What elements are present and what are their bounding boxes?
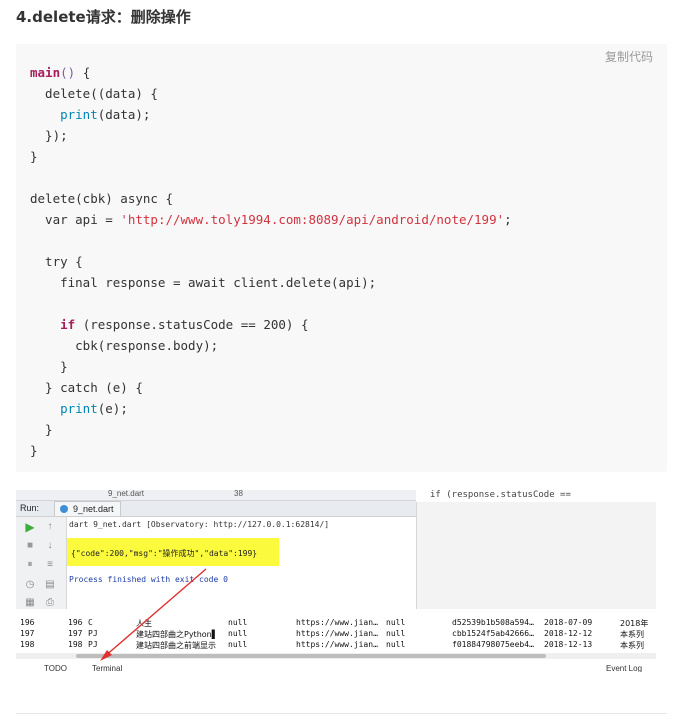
ide-screenshot: 9_net.dart 38 if (response.statusCode ==… bbox=[16, 490, 656, 672]
code-line: } catch (e) { bbox=[30, 380, 143, 395]
code-line: final response = await client.delete(api… bbox=[30, 275, 376, 290]
code-token: } bbox=[30, 422, 53, 437]
section-heading: 4.delete请求：删除操作 bbox=[16, 8, 191, 26]
code-token: (e); bbox=[97, 401, 128, 416]
code-line: } bbox=[30, 443, 38, 458]
code-token: print bbox=[60, 107, 98, 122]
code-line: print(e); bbox=[30, 401, 128, 416]
code-token: ; bbox=[504, 212, 512, 227]
code-token: var api = bbox=[30, 212, 121, 227]
code-token: } bbox=[30, 443, 38, 458]
code-token: (response.statusCode == 200) { bbox=[75, 317, 309, 332]
code-token: } catch (e) { bbox=[30, 380, 143, 395]
code-token: print bbox=[60, 401, 98, 416]
code-line: main() { bbox=[30, 65, 90, 80]
code-token: } bbox=[30, 149, 38, 164]
code-token: } bbox=[30, 359, 68, 374]
code-content: main() { delete((data) { print(data); })… bbox=[30, 62, 512, 461]
code-line: cbk(response.body); bbox=[30, 338, 218, 353]
code-token: () bbox=[60, 65, 76, 80]
code-line: var api = 'http://www.toly1994.com:8089/… bbox=[30, 212, 512, 227]
code-line: } bbox=[30, 422, 53, 437]
code-line: if (response.statusCode == 200) { bbox=[30, 317, 308, 332]
code-line: print(data); bbox=[30, 107, 150, 122]
code-token: }); bbox=[30, 128, 68, 143]
annotation-arrow bbox=[100, 568, 207, 661]
code-line: }); bbox=[30, 128, 68, 143]
code-token: { bbox=[75, 65, 91, 80]
code-token: main bbox=[30, 65, 61, 80]
code-token: if bbox=[60, 317, 76, 332]
code-token: cbk(response.body); bbox=[30, 338, 219, 353]
code-line: } bbox=[30, 149, 38, 164]
copy-code-button[interactable]: 复制代码 bbox=[605, 48, 653, 65]
code-line: delete((data) { bbox=[30, 86, 158, 101]
code-token: delete(cbk) async { bbox=[30, 191, 173, 206]
code-line: } bbox=[30, 359, 68, 374]
code-token: final response = await client.delete(api… bbox=[30, 275, 377, 290]
code-token: delete((data) { bbox=[30, 86, 158, 101]
section-divider bbox=[16, 713, 667, 714]
code-token: 'http://www.toly1994.com:8089/api/androi… bbox=[120, 212, 505, 227]
code-block: 复制代码 main() { delete((data) { print(data… bbox=[16, 44, 667, 472]
code-line: try { bbox=[30, 254, 83, 269]
code-line: delete(cbk) async { bbox=[30, 191, 173, 206]
code-token: try { bbox=[30, 254, 83, 269]
code-token: (data); bbox=[97, 107, 151, 122]
